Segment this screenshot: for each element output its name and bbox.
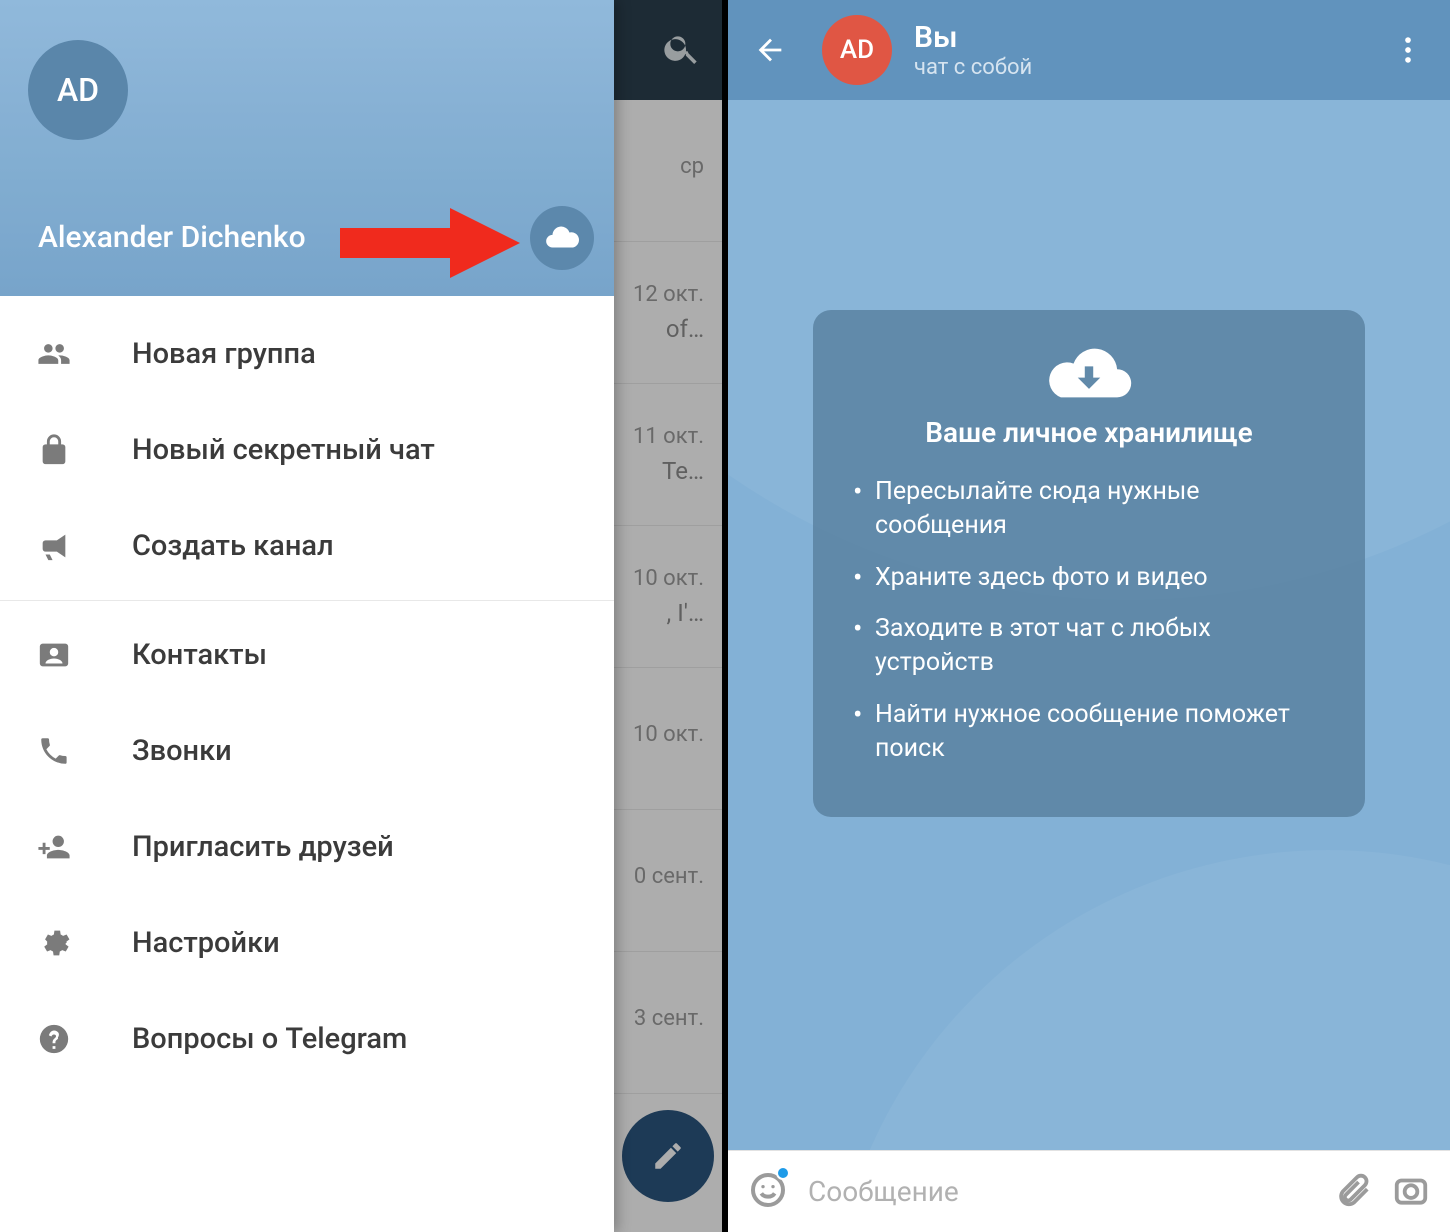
gear-icon — [37, 926, 71, 960]
card-bullet: Храните здесь фото и видео — [849, 561, 1329, 595]
compose-fab[interactable] — [622, 1110, 714, 1202]
contact-icon — [37, 638, 71, 672]
menu-faq[interactable]: Вопросы о Telegram — [0, 991, 614, 1087]
group-icon — [37, 337, 71, 371]
message-input[interactable]: Сообщение — [808, 1175, 1314, 1208]
menu-separator — [0, 600, 614, 601]
back-button[interactable] — [746, 26, 794, 74]
chat-row[interactable]: 11 окт.Те… — [614, 384, 722, 526]
more-vertical-icon — [1391, 33, 1425, 67]
menu-label: Новый секретный чат — [132, 433, 435, 467]
user-avatar[interactable]: AD — [28, 40, 128, 140]
chat-row[interactable]: 10 окт. — [614, 668, 722, 810]
menu-label: Создать канал — [132, 529, 334, 563]
drawer-header: AD Alexander Dichenko — [0, 0, 614, 296]
drawer-menu: Новая группа Новый секретный чат Создать… — [0, 296, 614, 1087]
chat-avatar[interactable]: AD — [822, 15, 892, 85]
notification-dot — [776, 1166, 790, 1180]
message-input-bar: Сообщение — [728, 1150, 1450, 1232]
chat-list-header — [614, 0, 722, 100]
chat-row[interactable]: ср — [614, 100, 722, 242]
menu-label: Вопросы о Telegram — [132, 1022, 407, 1056]
paperclip-icon — [1334, 1171, 1372, 1209]
menu-label: Новая группа — [132, 337, 316, 371]
menu-label: Настройки — [132, 926, 280, 960]
chat-subtitle: чат с собой — [914, 55, 1032, 80]
menu-new-secret-chat[interactable]: Новый секретный чат — [0, 402, 614, 498]
menu-label: Звонки — [132, 734, 232, 768]
chat-titles[interactable]: Вы чат с собой — [914, 20, 1032, 80]
help-icon — [37, 1022, 71, 1056]
card-bullets: Пересылайте сюда нужные сообщения Хранит… — [849, 475, 1329, 765]
phone-icon — [37, 734, 71, 768]
chat-title: Вы — [914, 20, 1032, 55]
cloud-icon — [543, 219, 581, 257]
chat-row[interactable]: 12 окт.of… — [614, 242, 722, 384]
navigation-drawer: AD Alexander Dichenko Новая группа Новый… — [0, 0, 614, 1232]
chat-row[interactable]: 10 окт., I'… — [614, 526, 722, 668]
menu-calls[interactable]: Звонки — [0, 703, 614, 799]
search-icon[interactable] — [662, 28, 702, 72]
card-title: Ваше личное хранилище — [849, 416, 1329, 449]
menu-settings[interactable]: Настройки — [0, 895, 614, 991]
saved-messages-cloud-button[interactable] — [530, 206, 594, 270]
user-name: Alexander Dichenko — [38, 220, 306, 255]
lock-icon — [37, 433, 71, 467]
more-button[interactable] — [1384, 26, 1432, 74]
card-bullet: Заходите в этот чат с любых устройств — [849, 612, 1329, 680]
chat-row[interactable]: 0 сент. — [614, 810, 722, 952]
chat-body: Ваше личное хранилище Пересылайте сюда н… — [728, 100, 1450, 1150]
arrow-left-icon — [753, 33, 787, 67]
card-bullet: Найти нужное сообщение поможет поиск — [849, 698, 1329, 766]
menu-new-group[interactable]: Новая группа — [0, 306, 614, 402]
chat-row[interactable]: 3 сент. — [614, 952, 722, 1094]
attach-button[interactable] — [1334, 1171, 1372, 1213]
chat-list-background: ср 12 окт.of… 11 окт.Те… 10 окт., I'… 10… — [614, 0, 722, 1232]
camera-button[interactable] — [1392, 1171, 1430, 1213]
emoji-button[interactable] — [748, 1170, 788, 1214]
menu-contacts[interactable]: Контакты — [0, 607, 614, 703]
saved-messages-info-card: Ваше личное хранилище Пересылайте сюда н… — [813, 310, 1365, 817]
camera-icon — [1392, 1171, 1430, 1209]
chat-topbar: AD Вы чат с собой — [728, 0, 1450, 100]
megaphone-icon — [37, 529, 71, 563]
card-bullet: Пересылайте сюда нужные сообщения — [849, 475, 1329, 543]
cloud-download-icon — [849, 340, 1329, 404]
menu-label: Контакты — [132, 638, 267, 672]
menu-invite-friends[interactable]: Пригласить друзей — [0, 799, 614, 895]
pencil-icon — [651, 1139, 685, 1173]
annotation-arrow — [340, 208, 520, 282]
invite-icon — [37, 830, 71, 864]
menu-label: Пригласить друзей — [132, 830, 394, 864]
menu-create-channel[interactable]: Создать канал — [0, 498, 614, 594]
